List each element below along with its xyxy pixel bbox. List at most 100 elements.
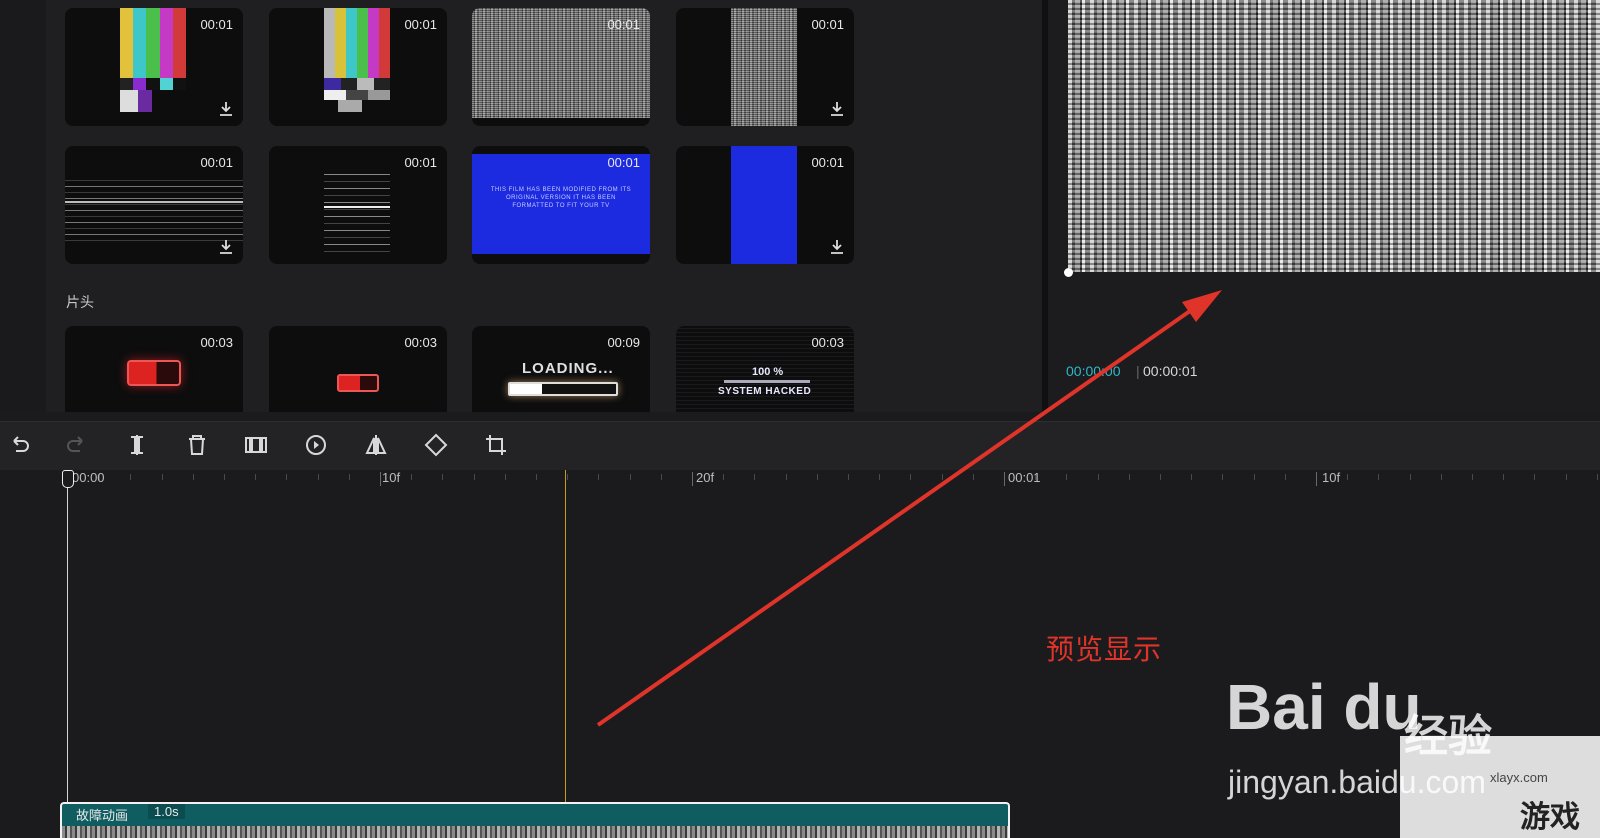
mirror-icon[interactable] xyxy=(363,432,389,458)
rotate-icon[interactable] xyxy=(423,432,449,458)
thumbnail xyxy=(324,8,390,112)
ruler-tick xyxy=(1222,474,1224,480)
preview-screen xyxy=(1068,0,1600,272)
ruler-tick xyxy=(910,474,912,480)
marker-line xyxy=(565,470,566,838)
ruler-tick xyxy=(816,474,818,480)
site-watermark-url: xlayx.com xyxy=(1490,770,1548,785)
ruler-tick xyxy=(1347,474,1349,480)
clip-duration: 1.0s xyxy=(148,804,185,819)
ruler-tick xyxy=(536,474,537,480)
download-icon[interactable] xyxy=(219,239,233,255)
ruler-label: 00:01 xyxy=(1008,470,1041,485)
ruler-tick xyxy=(692,472,693,486)
baidu-watermark-logo: Bai du xyxy=(1226,671,1422,743)
ruler-tick xyxy=(1596,474,1598,480)
effect-card-color-bars[interactable]: 00:01 xyxy=(65,8,243,126)
hacked-percent: 100 % xyxy=(752,366,784,378)
battery-thumbnail xyxy=(127,360,181,386)
ruler-tick xyxy=(1097,474,1099,480)
ruler-tick xyxy=(255,474,257,480)
battery-thumbnail xyxy=(337,374,379,392)
ruler-label: 10f xyxy=(1322,470,1341,485)
freeze-icon[interactable] xyxy=(243,432,269,458)
duration-label: 00:01 xyxy=(607,17,640,32)
duration-label: 00:09 xyxy=(607,335,640,350)
effect-card-color-bars-narrow[interactable]: 00:01 xyxy=(269,8,447,126)
time-separator: | xyxy=(1136,363,1140,379)
split-icon[interactable] xyxy=(124,432,150,458)
effect-card-scan-lines[interactable]: 00:01 xyxy=(65,146,243,264)
duration-label: 00:01 xyxy=(200,155,233,170)
ruler-tick xyxy=(598,474,600,480)
ruler-tick xyxy=(1440,474,1442,480)
ruler-tick xyxy=(192,474,194,480)
clip-thumbnail-strip xyxy=(62,826,1008,838)
thumbnail xyxy=(120,8,187,112)
playhead-line[interactable] xyxy=(67,478,68,838)
delete-icon[interactable] xyxy=(184,432,210,458)
duration-label: 00:01 xyxy=(811,17,844,32)
thumbnail xyxy=(324,168,390,258)
scan-line xyxy=(65,201,243,203)
ruler-tick xyxy=(1253,474,1255,480)
loading-bar xyxy=(508,382,618,396)
download-icon[interactable] xyxy=(830,239,844,255)
effect-card-blue-screen-narrow[interactable]: 00:01 xyxy=(676,146,854,264)
intro-card-loading[interactable]: LOADING... 00:09 xyxy=(472,326,650,412)
ruler-tick xyxy=(286,474,288,480)
ruler-tick xyxy=(1409,474,1411,480)
thumbnail xyxy=(731,8,797,126)
effect-card-scan-lines-narrow[interactable]: 00:01 xyxy=(269,146,447,264)
duration-label: 00:01 xyxy=(200,17,233,32)
effect-card-static-noise[interactable]: 00:01 xyxy=(472,8,650,126)
ruler-tick xyxy=(1378,474,1380,480)
time-total: 00:00:01 xyxy=(1143,363,1198,379)
ruler-tick xyxy=(754,474,756,480)
ruler-tick xyxy=(130,474,132,480)
download-icon[interactable] xyxy=(219,101,233,117)
ruler-tick xyxy=(380,472,381,486)
hacked-bar xyxy=(724,380,810,383)
ruler-tick xyxy=(1472,474,1473,480)
download-icon[interactable] xyxy=(830,101,844,117)
ruler-tick xyxy=(1284,474,1286,480)
intro-card-battery-small[interactable]: 00:03 xyxy=(269,326,447,412)
ruler-tick xyxy=(1503,474,1505,480)
intro-card-battery[interactable]: 00:03 xyxy=(65,326,243,412)
loading-text: LOADING... xyxy=(522,360,614,377)
ruler-tick xyxy=(660,474,662,480)
effect-card-static-noise-narrow[interactable]: 00:01 xyxy=(676,8,854,126)
redo-icon[interactable] xyxy=(64,432,90,458)
duration-label: 00:03 xyxy=(404,335,437,350)
ruler-tick xyxy=(1191,474,1193,480)
preview-resize-handle[interactable] xyxy=(1064,268,1073,277)
scan-line xyxy=(324,206,390,208)
playhead-handle[interactable] xyxy=(62,470,74,488)
time-current: 00:00:00 xyxy=(1066,363,1121,379)
duration-label: 00:01 xyxy=(607,155,640,170)
duration-label: 00:01 xyxy=(811,155,844,170)
crop-icon[interactable] xyxy=(483,432,509,458)
ruler-tick xyxy=(224,474,225,480)
intro-card-system-hacked[interactable]: 100 % SYSTEM HACKED 00:03 xyxy=(676,326,854,412)
ruler-tick xyxy=(1160,474,1161,480)
effect-card-blue-screen[interactable]: THIS FILM HAS BEEN MODIFIED FROM ITS ORI… xyxy=(472,146,650,264)
ruler-label: 00:00 xyxy=(72,470,105,485)
timeline-ruler[interactable] xyxy=(0,470,1600,492)
play-speed-icon[interactable] xyxy=(303,432,329,458)
ruler-tick xyxy=(473,474,475,480)
timeline-toolbar xyxy=(0,421,1600,470)
duration-label: 00:01 xyxy=(404,155,437,170)
ruler-tick xyxy=(879,474,881,480)
media-sidebar xyxy=(0,0,47,412)
ruler-tick xyxy=(629,474,631,480)
ruler-tick xyxy=(1066,474,1068,480)
ruler-tick xyxy=(411,474,413,480)
undo-icon[interactable] xyxy=(6,432,32,458)
clip-name: 故障动画 xyxy=(76,808,129,823)
ruler-tick xyxy=(941,474,943,480)
hacked-text: SYSTEM HACKED xyxy=(718,386,812,397)
ruler-label: 10f xyxy=(382,470,401,485)
duration-label: 00:03 xyxy=(200,335,233,350)
